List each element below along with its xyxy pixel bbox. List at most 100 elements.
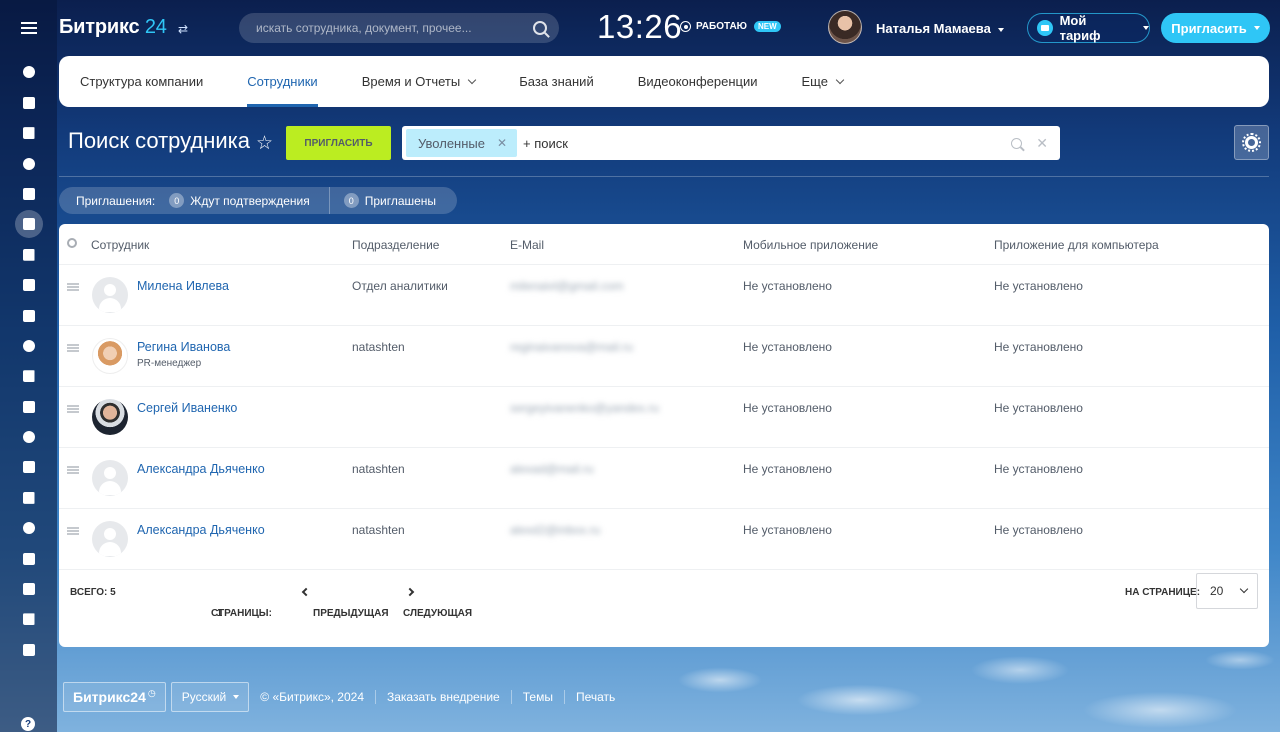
table-row[interactable]: Александра Дьяченко natashten alexad@mail.… (59, 448, 1269, 509)
employee-email[interactable]: reginaivanova@mail.ru (510, 340, 633, 354)
tab-video-conferences[interactable]: Видеоконференции (638, 56, 758, 107)
document-icon[interactable] (15, 180, 43, 208)
filter-search-bar[interactable]: Уволенные ✕ + поиск ✕ (402, 126, 1060, 160)
tab-knowledge-base[interactable]: База знаний (519, 56, 594, 107)
settings-button[interactable] (1234, 125, 1269, 160)
calendar-icon[interactable] (15, 150, 43, 178)
tab-company-structure[interactable]: Структура компании (80, 56, 203, 107)
robot-icon[interactable] (15, 514, 43, 542)
invite-top-button[interactable]: Пригласить (1161, 13, 1270, 43)
employee-name[interactable]: Александра Дьяченко (137, 523, 265, 537)
activity-icon[interactable] (15, 58, 43, 86)
briefcase-icon (1037, 20, 1053, 36)
footer-print-link[interactable]: Печать (565, 690, 626, 704)
drag-handle-icon[interactable] (67, 527, 79, 535)
table-row[interactable]: Александра Дьяченко natashten alexd2@inbox… (59, 509, 1269, 570)
avatar[interactable] (92, 521, 128, 557)
footer-themes-link[interactable]: Темы (512, 690, 565, 704)
pending-invitations[interactable]: 0 Ждут подтверждения (169, 193, 310, 208)
table-row[interactable]: Сергей Иваненко sergeyivanenko@yandex.ru Н… (59, 387, 1269, 448)
mobile-app-status: Не установлено (743, 279, 832, 293)
desktop-app-status: Не установлено (994, 523, 1083, 537)
employee-name[interactable]: Регина Иванова (137, 340, 230, 354)
employee-email[interactable]: alexad@mail.ru (510, 462, 594, 476)
filter-icon[interactable] (15, 393, 43, 421)
switch-icon[interactable]: ⇄ (178, 22, 188, 36)
user-menu[interactable]: Наталья Мамаева (876, 21, 1004, 36)
check-circle-icon[interactable] (15, 636, 43, 664)
work-status[interactable]: РАБОТАЮ NEW (680, 21, 781, 32)
employee-name[interactable]: Сергей Иваненко (137, 401, 237, 415)
prev-page-link[interactable]: ПРЕДЫДУЩАЯ (301, 587, 389, 619)
checklist-icon[interactable] (15, 362, 43, 390)
analytics-icon[interactable] (15, 605, 43, 633)
sent-invitations[interactable]: 0 Приглашены (343, 193, 436, 208)
tab-employees[interactable]: Сотрудники (247, 56, 319, 107)
drag-handle-icon[interactable] (67, 405, 79, 413)
sign-icon[interactable] (15, 484, 43, 512)
drive-icon[interactable] (15, 271, 43, 299)
language-select[interactable]: Русский (170, 682, 250, 712)
pages-value[interactable]: 1 (217, 608, 223, 619)
tariff-button[interactable]: Мой тариф (1027, 13, 1150, 43)
avatar[interactable] (92, 460, 128, 496)
menu-burger-icon[interactable] (0, 0, 57, 56)
search-input[interactable] (256, 21, 533, 35)
table-row[interactable]: Регина Иванова PR-менеджер natashten regina… (59, 326, 1269, 387)
app-logo[interactable]: Битрикс 24 ⇄ (59, 16, 188, 39)
drag-handle-icon[interactable] (67, 344, 79, 352)
search-icon[interactable] (533, 21, 547, 35)
filter-search-input[interactable]: + поиск (523, 136, 1011, 151)
cart-icon[interactable] (15, 453, 43, 481)
drag-handle-icon[interactable] (67, 466, 79, 474)
avatar[interactable] (92, 277, 128, 313)
clock[interactable]: 13:26 (597, 8, 682, 46)
chat-icon[interactable] (15, 241, 43, 269)
avatar[interactable] (92, 399, 128, 435)
invitations-label: Приглашения: (76, 193, 156, 208)
filter-chip[interactable]: Уволенные ✕ (406, 129, 518, 157)
page-title: Поиск сотрудника (68, 128, 251, 153)
star-icon[interactable]: ☆ (256, 132, 273, 155)
invite-button[interactable]: ПРИГЛАСИТЬ (286, 126, 391, 160)
help-icon[interactable]: ? (21, 717, 35, 731)
column-desktop-app[interactable]: Приложение для компьютера (994, 238, 1159, 252)
table-row[interactable]: Милена Ивлева Отдел аналитики milenaivl@gm… (59, 265, 1269, 326)
column-mobile-app[interactable]: Мобильное приложение (743, 238, 878, 252)
column-email[interactable]: E-Mail (510, 238, 544, 252)
next-page-link[interactable]: СЛЕДУЮЩАЯ (403, 587, 472, 619)
chip-remove-icon[interactable]: ✕ (497, 136, 507, 150)
building-icon[interactable] (15, 423, 43, 451)
box-icon[interactable] (15, 545, 43, 573)
user-avatar[interactable] (828, 10, 862, 44)
desktop-app-status: Не установлено (994, 401, 1083, 415)
per-page-select[interactable]: 20 (1196, 573, 1258, 609)
mail-icon-glyph (22, 127, 35, 140)
column-department[interactable]: Подразделение (352, 238, 439, 252)
clear-icon[interactable]: ✕ (1036, 135, 1048, 152)
left-sidebar (0, 0, 57, 732)
drag-handle-icon[interactable] (67, 283, 79, 291)
column-employee[interactable]: Сотрудник (91, 238, 149, 252)
c-icon[interactable] (15, 575, 43, 603)
column-settings-icon[interactable] (67, 238, 77, 248)
employee-email[interactable]: alexd2@inbox.ru (510, 523, 600, 537)
employee-department: natashten (352, 340, 405, 354)
feed-icon[interactable] (15, 89, 43, 117)
tasks-icon[interactable] (15, 332, 43, 360)
team-icon[interactable] (15, 302, 43, 330)
tab-time-reports[interactable]: Время и Отчеты (362, 56, 477, 107)
avatar[interactable] (92, 338, 128, 374)
contacts-icon[interactable] (14, 210, 43, 239)
employee-name[interactable]: Милена Ивлева (137, 279, 229, 293)
employee-email[interactable]: sergeyivanenko@yandex.ru (510, 401, 659, 415)
mail-icon[interactable] (15, 119, 43, 147)
global-search[interactable] (239, 13, 559, 43)
employee-name[interactable]: Александра Дьяченко (137, 462, 265, 476)
employee-email[interactable]: milenaivl@gmail.com (510, 279, 624, 293)
footer-order-link[interactable]: Заказать внедрение (376, 690, 512, 704)
top-bar: Битрикс 24 ⇄ 13:26 РАБОТАЮ NEW Наталья М… (57, 0, 1280, 56)
footer-logo[interactable]: Битрикс24 ◷ (63, 682, 166, 712)
search-icon[interactable] (1011, 137, 1023, 149)
tab-more[interactable]: Еще (801, 56, 845, 107)
